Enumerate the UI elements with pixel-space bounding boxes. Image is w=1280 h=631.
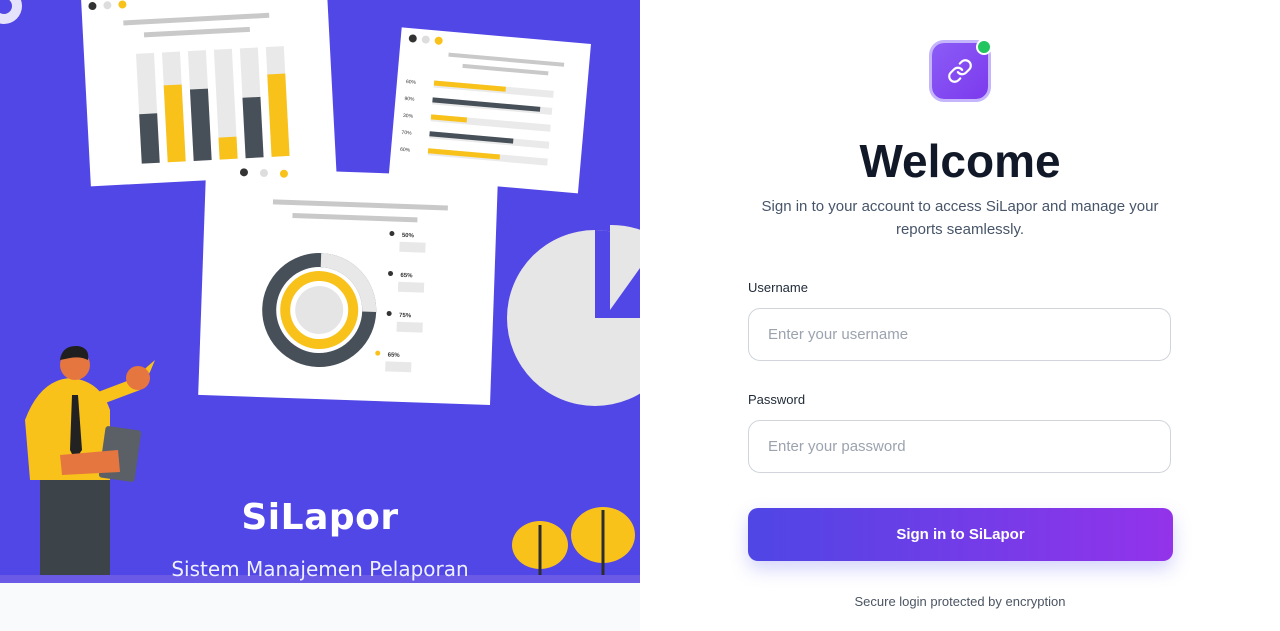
- donut-legend-label: 65%: [388, 352, 401, 358]
- donut-legend-label: 50%: [402, 233, 415, 239]
- link-icon: [948, 59, 972, 83]
- progress-row-label: 60%: [406, 79, 417, 86]
- progress-row-label: 90%: [404, 96, 415, 103]
- bar-chart-card: [80, 0, 337, 187]
- progress-row-label: 30%: [403, 113, 414, 120]
- progress-row-label: 70%: [401, 130, 412, 137]
- sign-in-button[interactable]: Sign in to SiLapor: [748, 508, 1173, 561]
- illustration-svg: 60% 90% 30% 70% 60% 50% 65% 75% 65%: [0, 0, 640, 575]
- brand-name: SiLapor: [241, 497, 399, 538]
- brand-tagline: Sistem Manajemen Pelaporan: [171, 557, 469, 581]
- password-input[interactable]: [748, 420, 1171, 473]
- password-label: Password: [748, 392, 806, 407]
- page-title: Welcome: [859, 135, 1061, 187]
- bar: [218, 136, 238, 160]
- person-illustration: [25, 345, 155, 575]
- bar: [189, 88, 212, 161]
- donut-legend-label: 65%: [400, 273, 413, 279]
- progress-card: 60% 90% 30% 70% 60%: [388, 27, 591, 194]
- username-label: Username: [748, 280, 808, 295]
- hero-panel: 60% 90% 30% 70% 60% 50% 65% 75% 65% SiLa…: [0, 0, 640, 631]
- hero-illustration: 60% 90% 30% 70% 60% 50% 65% 75% 65%: [0, 0, 640, 583]
- app-logo: [932, 39, 992, 99]
- donut-legend-box: [399, 241, 426, 253]
- donut-chart-card: 50% 65% 75% 65%: [198, 167, 498, 406]
- donut-legend-box: [385, 361, 412, 373]
- donut-legend-label: 75%: [399, 313, 412, 319]
- page-subtitle: Sign in to your account to access SiLapo…: [761, 198, 1159, 238]
- bar: [242, 96, 264, 159]
- login-panel: Welcome Sign in to your account to acces…: [640, 0, 1280, 631]
- progress-row-label: 60%: [400, 147, 411, 154]
- donut-legend-box: [397, 281, 425, 293]
- bar: [139, 113, 160, 164]
- donut-legend-box: [396, 321, 423, 333]
- pie-chart-shape: [507, 224, 640, 406]
- status-dot: [976, 39, 992, 55]
- secure-login-note: Secure login protected by encryption: [854, 594, 1066, 609]
- username-input[interactable]: [748, 308, 1171, 361]
